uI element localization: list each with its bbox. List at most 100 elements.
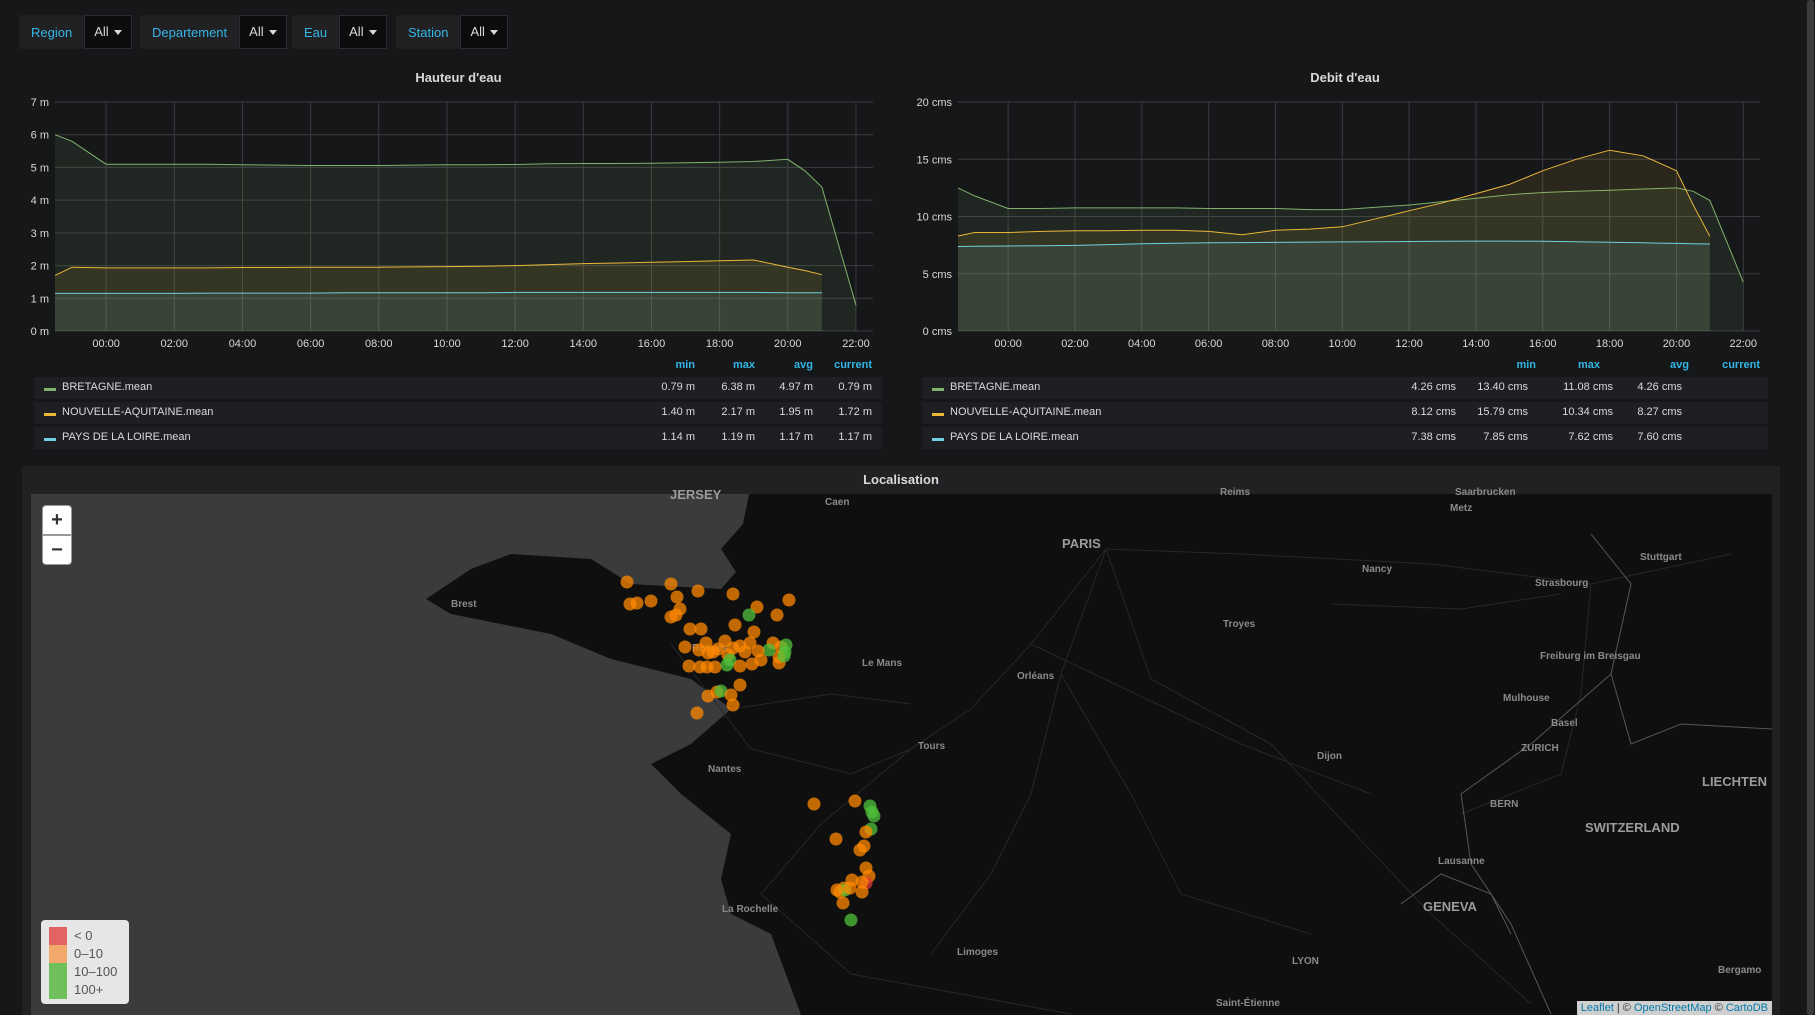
cartodb-link[interactable]: CartoDB [1726, 1002, 1768, 1014]
station-marker[interactable] [855, 845, 865, 855]
station-marker[interactable] [666, 579, 676, 589]
leaflet-link[interactable]: Leaflet [1581, 1002, 1614, 1014]
station-marker[interactable] [850, 796, 860, 806]
legend-header-min[interactable]: min [1466, 359, 1536, 371]
zoom-in-button[interactable]: + [42, 505, 72, 535]
station-marker[interactable] [728, 700, 738, 710]
station-marker[interactable] [693, 586, 703, 596]
legend-header-avg[interactable]: avg [1619, 359, 1689, 371]
station-marker[interactable] [730, 620, 740, 630]
x-tick-label: 06:00 [297, 338, 325, 350]
departement-dropdown[interactable]: All [239, 15, 287, 49]
scrollbar[interactable] [1806, 0, 1815, 1015]
legend-row[interactable]: BRETAGNE.mean 0.79 m 6.38 m 4.97 m 0.79 m [34, 377, 882, 399]
station-marker[interactable] [779, 651, 789, 661]
series-name[interactable]: NOUVELLE-AQUITAINE.mean [62, 406, 213, 418]
legend-header-current[interactable]: current [1690, 359, 1760, 371]
variable-label: Station [396, 15, 461, 49]
station-marker[interactable] [726, 690, 736, 700]
panel-title-localisation[interactable]: Localisation [22, 472, 1780, 487]
legend-row[interactable]: PAYS DE LA LOIRE.mean 7.38 cms 7.85 cms 7.6… [922, 427, 1768, 449]
station-marker[interactable] [725, 655, 735, 665]
station-marker[interactable] [838, 898, 848, 908]
station-marker[interactable] [744, 610, 754, 620]
region-dropdown[interactable]: All [84, 15, 132, 49]
legend-color-box [49, 981, 67, 999]
station-marker[interactable] [696, 624, 706, 634]
openstreetmap-link[interactable]: OpenStreetMap [1634, 1002, 1712, 1014]
series-name[interactable]: PAYS DE LA LOIRE.mean [950, 431, 1079, 443]
series-color-swatch[interactable] [932, 413, 944, 416]
legend-row[interactable]: NOUVELLE-AQUITAINE.mean 8.12 cms 15.79 cms… [922, 402, 1768, 424]
series-color-swatch[interactable] [932, 388, 944, 391]
series-color-swatch[interactable] [44, 413, 56, 416]
eau-dropdown[interactable]: All [339, 15, 387, 49]
station-marker[interactable] [716, 686, 726, 696]
station-marker[interactable] [646, 596, 656, 606]
station-marker[interactable] [632, 598, 642, 608]
panel-title-hauteur[interactable]: Hauteur d'eau [20, 70, 897, 85]
x-tick-label: 02:00 [1061, 338, 1089, 350]
legend-row[interactable]: PAYS DE LA LOIRE.mean 1.14 m 1.19 m 1.17 m1… [34, 427, 882, 449]
station-marker[interactable] [845, 883, 855, 893]
station-marker[interactable] [831, 834, 841, 844]
station-marker[interactable] [735, 680, 745, 690]
map-city-label: Metz [1450, 503, 1473, 514]
legend-value-min: 4.26 cms [1411, 381, 1456, 393]
panel-title-debit[interactable]: Debit d'eau [900, 70, 1790, 85]
station-marker[interactable] [832, 885, 842, 895]
legend-value-min: 7.38 cms [1411, 431, 1456, 443]
station-marker[interactable] [740, 647, 750, 657]
series-name[interactable]: BRETAGNE.mean [62, 381, 152, 393]
station-marker[interactable] [756, 655, 766, 665]
station-marker[interactable] [752, 602, 762, 612]
station-marker[interactable] [672, 592, 682, 602]
station-marker[interactable] [749, 627, 759, 637]
legend-value-avg: 10.34 cms [1562, 406, 1613, 418]
legend-row[interactable]: NOUVELLE-AQUITAINE.mean 1.40 m 2.17 m 1.95 … [34, 402, 882, 424]
station-marker[interactable] [684, 661, 694, 671]
series-name[interactable]: BRETAGNE.mean [950, 381, 1040, 393]
station-marker[interactable] [680, 642, 690, 652]
legend-value-max: 15.79 cms [1477, 406, 1528, 418]
legend-row[interactable]: BRETAGNE.mean 4.26 cms 13.40 cms 11.08 cms 4… [922, 377, 1768, 399]
station-marker[interactable] [692, 708, 702, 718]
series-name[interactable]: PAYS DE LA LOIRE.mean [62, 431, 191, 443]
station-marker[interactable] [685, 624, 695, 634]
series-color-swatch[interactable] [44, 388, 56, 391]
legend-value-avg: 7.62 cms [1568, 431, 1613, 443]
map-canvas[interactable] [31, 494, 1772, 1015]
x-tick-label: 10:00 [1329, 338, 1357, 350]
station-marker[interactable] [846, 915, 856, 925]
station-marker[interactable] [708, 647, 718, 657]
map-city-label: BERN [1490, 799, 1519, 810]
station-marker[interactable] [694, 645, 704, 655]
series-name[interactable]: NOUVELLE-AQUITAINE.mean [950, 406, 1101, 418]
series-color-swatch[interactable] [44, 438, 56, 441]
station-marker[interactable] [622, 577, 632, 587]
station-marker[interactable] [728, 589, 738, 599]
station-dropdown[interactable]: All [460, 15, 508, 49]
x-tick-label: 22:00 [1730, 338, 1758, 350]
scrollbar-thumb[interactable] [1807, 0, 1814, 1015]
dropdown-value: All [249, 24, 264, 39]
attribution-separator: © [1711, 1002, 1726, 1014]
station-marker[interactable] [784, 595, 794, 605]
station-marker[interactable] [710, 662, 720, 672]
dropdown-value: All [349, 24, 364, 39]
station-marker[interactable] [869, 811, 879, 821]
station-marker[interactable] [764, 645, 774, 655]
station-marker[interactable] [735, 661, 745, 671]
station-marker[interactable] [857, 877, 867, 887]
station-marker[interactable] [809, 799, 819, 809]
station-marker[interactable] [861, 827, 871, 837]
map-city-label: Nancy [1362, 564, 1393, 575]
x-tick-label: 18:00 [706, 338, 734, 350]
station-marker[interactable] [666, 612, 676, 622]
station-marker[interactable] [857, 887, 867, 897]
legend-header-max[interactable]: max [1530, 359, 1600, 371]
legend-header-current[interactable]: current [802, 359, 872, 371]
series-color-swatch[interactable] [932, 438, 944, 441]
zoom-out-button[interactable]: − [42, 535, 72, 565]
station-marker[interactable] [772, 610, 782, 620]
